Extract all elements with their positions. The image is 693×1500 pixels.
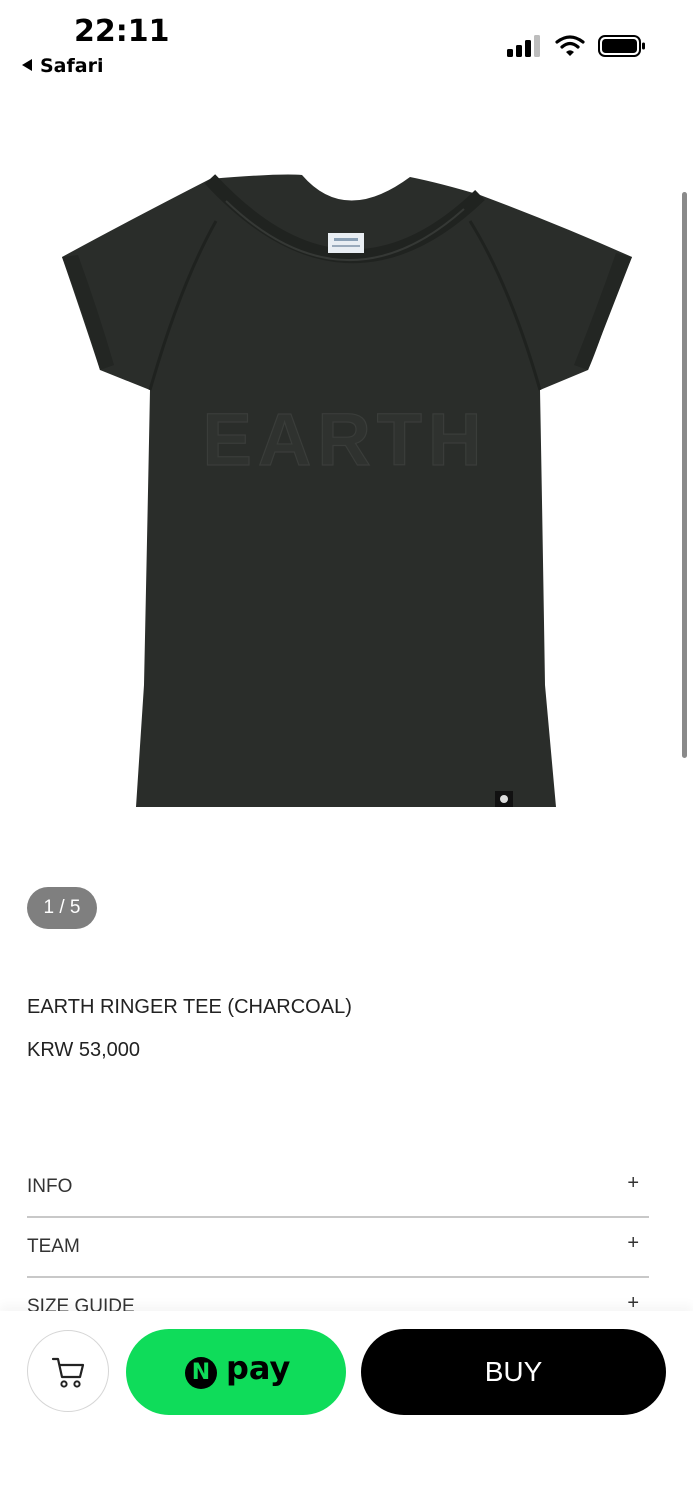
- npay-logo-icon: N: [185, 1357, 217, 1389]
- status-time: 22:11: [74, 14, 170, 49]
- product-price: KRW 53,000: [27, 1039, 141, 1061]
- buy-button[interactable]: BUY: [361, 1329, 666, 1415]
- expand-plus-icon[interactable]: +: [627, 1172, 639, 1195]
- svg-text:EARTH: EARTH: [203, 398, 488, 481]
- accordion-label: INFO: [27, 1176, 73, 1197]
- gallery-counter: 1 / 5: [27, 887, 97, 929]
- page-scrollbar[interactable]: [682, 192, 687, 758]
- npay-label: pay: [226, 1349, 291, 1387]
- cart-button[interactable]: [27, 1330, 109, 1412]
- back-to-safari-button[interactable]: Safari: [22, 55, 103, 77]
- product-title: EARTH RINGER TEE (CHARCOAL): [27, 996, 352, 1018]
- expand-plus-icon[interactable]: +: [627, 1232, 639, 1255]
- battery-icon: [598, 35, 645, 57]
- tshirt-graphic: EARTH: [62, 174, 632, 807]
- accordion-label: TEAM: [27, 1236, 80, 1257]
- accordion-team[interactable]: TEAM +: [27, 1218, 649, 1278]
- status-bar: 22:11 Safari: [0, 0, 693, 90]
- npay-button[interactable]: N pay: [126, 1329, 346, 1415]
- wifi-icon: [555, 35, 585, 56]
- cart-icon: [51, 1357, 85, 1388]
- product-image[interactable]: EARTH: [40, 165, 650, 825]
- signal-icon: [507, 35, 540, 57]
- back-app-label: Safari: [40, 55, 104, 77]
- back-arrow-icon: [22, 59, 32, 71]
- accordion-info[interactable]: INFO +: [27, 1158, 649, 1218]
